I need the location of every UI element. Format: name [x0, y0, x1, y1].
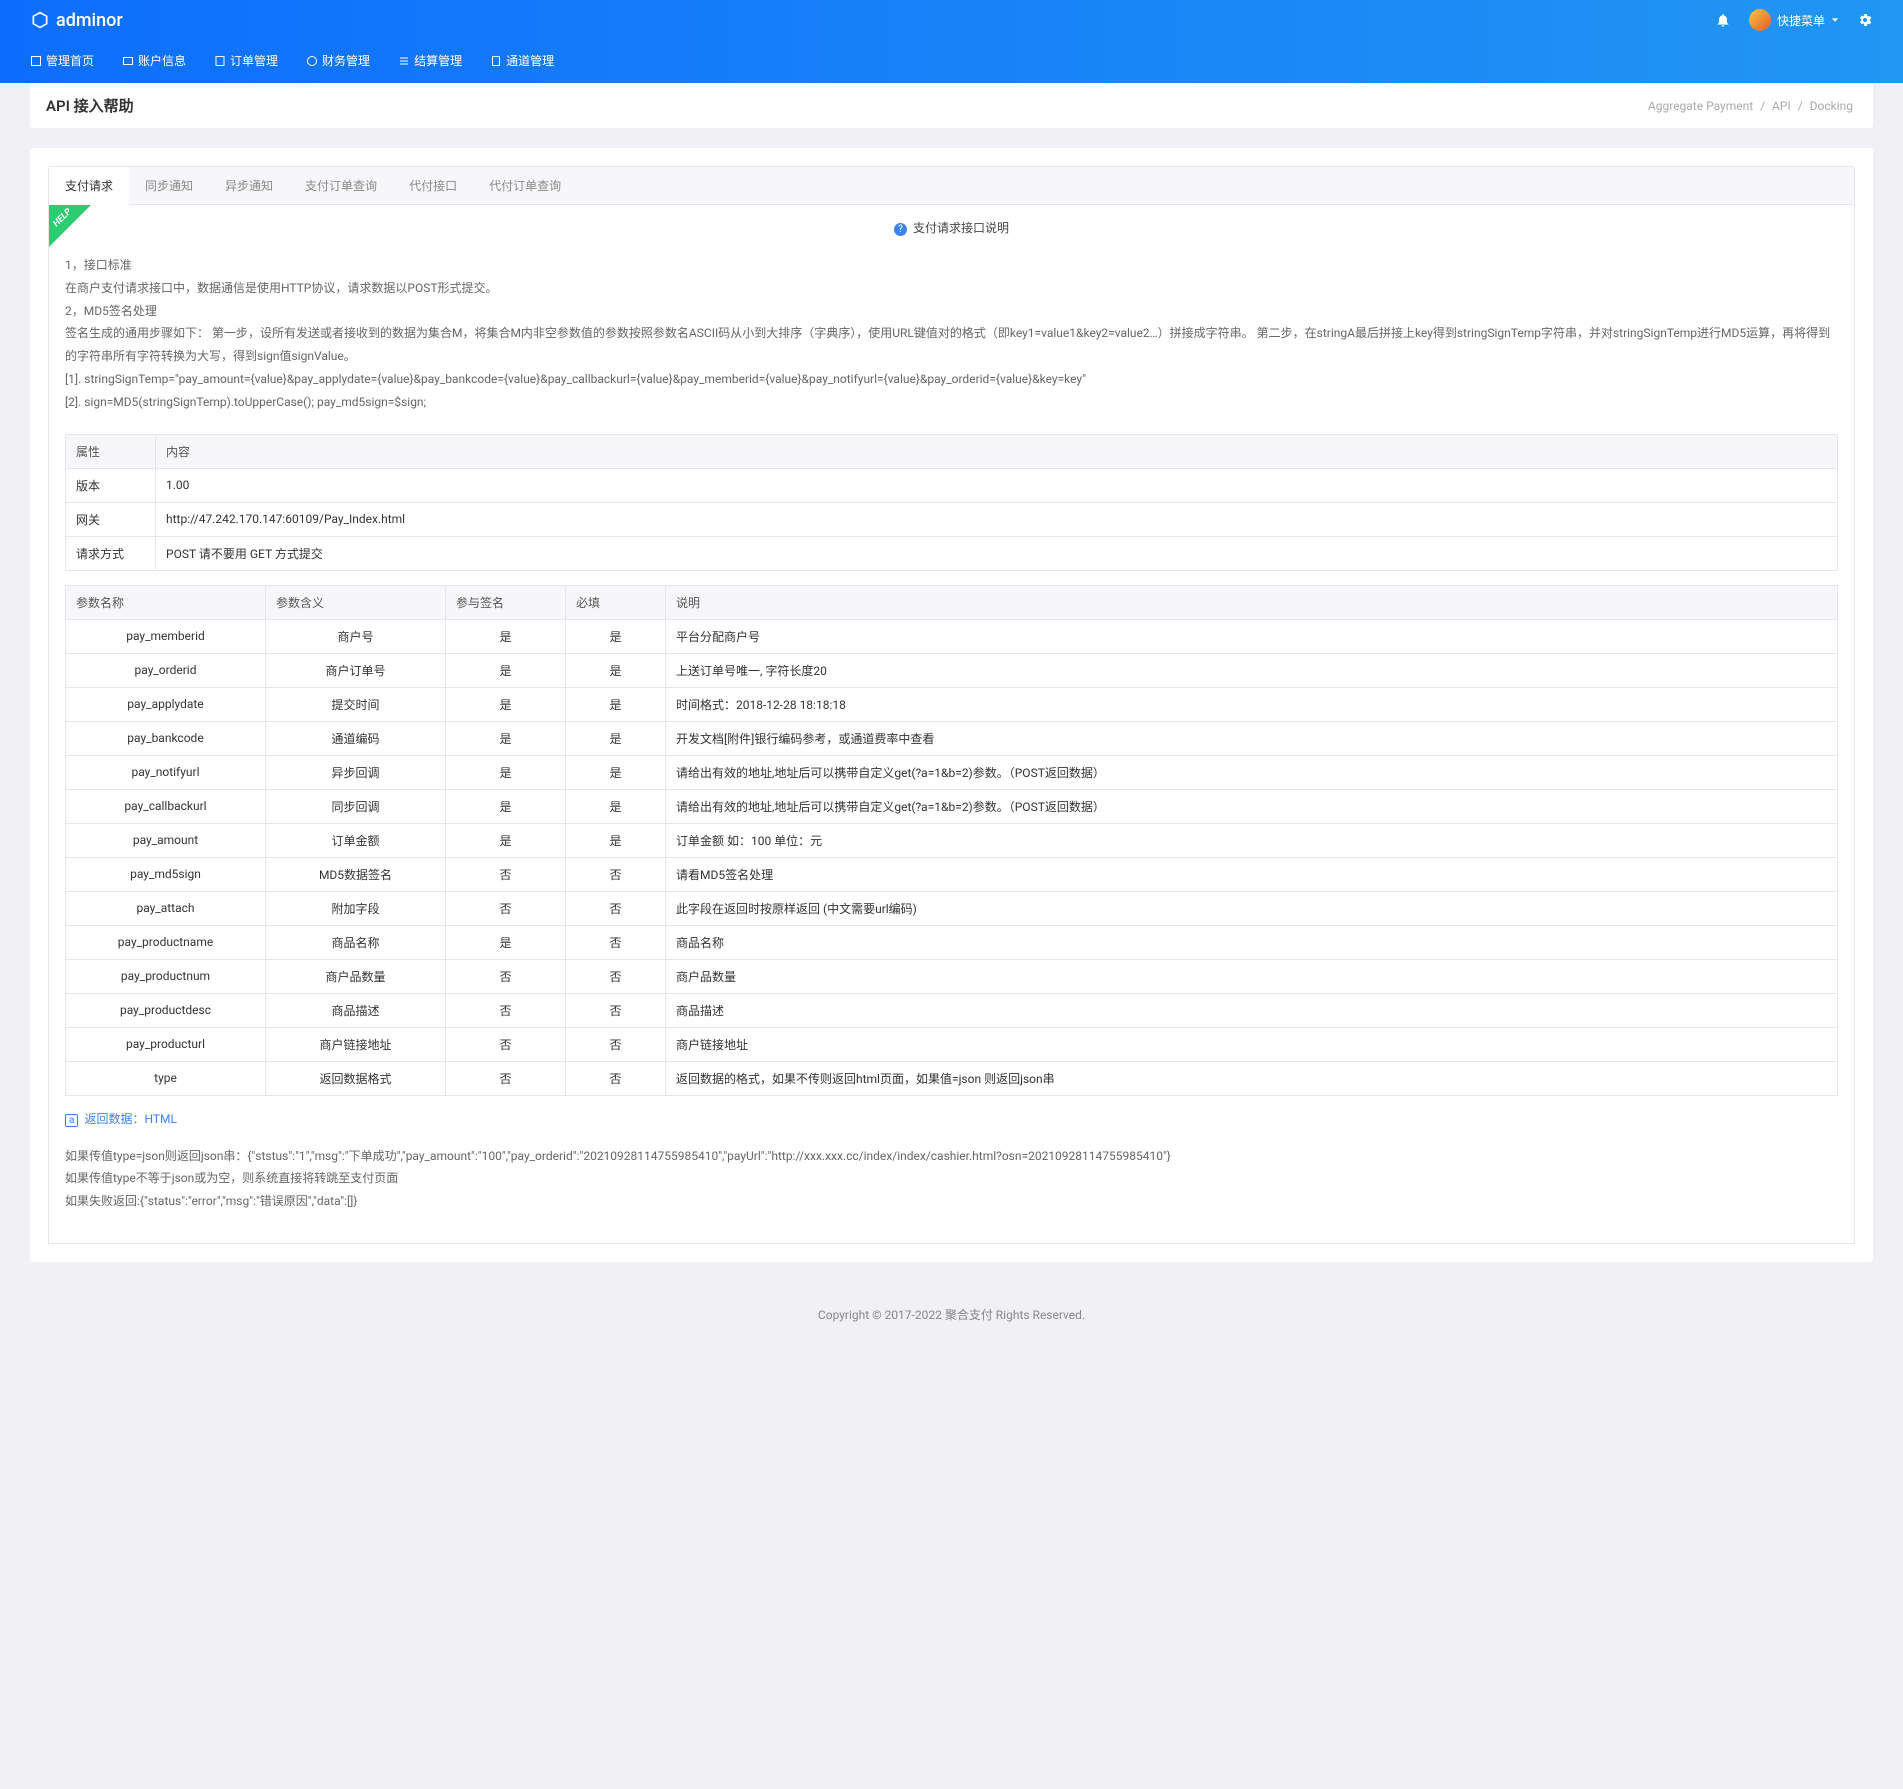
bell-icon[interactable]	[1715, 12, 1731, 28]
header-right: 快捷菜单	[1715, 9, 1873, 31]
user-menu[interactable]: 快捷菜单	[1749, 9, 1839, 31]
table-row: type返回数据格式否否返回数据的格式，如果不传则返回html页面，如果值=js…	[66, 1061, 1838, 1095]
tab-pay-request[interactable]: 支付请求	[49, 167, 129, 205]
breadcrumb: Aggregate Payment / API / Docking	[1644, 99, 1857, 113]
panel: HELP 支付请求接口说明 1，接口标准 在商户支付请求接口中，数据通信是使用H…	[48, 205, 1855, 1244]
page-bar: API 接入帮助 Aggregate Payment / API / Docki…	[30, 83, 1873, 128]
nav-channel[interactable]: 通道管理	[490, 52, 554, 69]
tab-pay-query[interactable]: 支付订单查询	[289, 167, 393, 204]
table-row: pay_memberid商户号是是平台分配商户号	[66, 619, 1838, 653]
table-row: pay_notifyurl异步回调是是请给出有效的地址,地址后可以携带自定义ge…	[66, 755, 1838, 789]
table-row: pay_producturl商户链接地址否否商户链接地址	[66, 1027, 1838, 1061]
table-row: 网关http://47.242.170.147:60109/Pay_Index.…	[66, 502, 1838, 536]
return-label: 返回数据：HTML	[65, 1110, 1838, 1127]
chevron-down-icon	[1831, 16, 1839, 24]
brand-name: adminor	[56, 10, 123, 31]
table-row: pay_orderid商户订单号是是上送订单号唯一, 字符长度20	[66, 653, 1838, 687]
content-card: 支付请求 同步通知 异步通知 支付订单查询 代付接口 代付订单查询 HELP 支…	[30, 148, 1873, 1262]
params-table: 参数名称参数含义参与签名必填说明 pay_memberid商户号是是平台分配商户…	[65, 585, 1838, 1096]
app-header: adminor 快捷菜单 管理首页 账户信息 订单管理 财务管理 结算管理 通道…	[0, 0, 1903, 83]
logo-cube-icon	[30, 10, 50, 30]
table-row: pay_applydate提交时间是是时间格式：2018-12-28 18:18…	[66, 687, 1838, 721]
description-block: 1，接口标准 在商户支付请求接口中，数据通信是使用HTTP协议，请求数据以POS…	[49, 244, 1854, 434]
nav-account[interactable]: 账户信息	[122, 52, 186, 69]
user-menu-label: 快捷菜单	[1777, 12, 1825, 29]
return-block: 如果传值type=json则返回json串：{"ststus":"1","msg…	[49, 1135, 1854, 1223]
nav-orders[interactable]: 订单管理	[214, 52, 278, 69]
table-row: pay_attach附加字段否否此字段在返回时按原样返回 (中文需要url编码)	[66, 891, 1838, 925]
footer: Copyright © 2017-2022 聚合支付 Rights Reserv…	[0, 1282, 1903, 1363]
help-badge: HELP	[49, 205, 91, 247]
tab-payout-query[interactable]: 代付订单查询	[473, 167, 577, 204]
table-row: pay_bankcode通道编码是是开发文档[附件]银行编码参考，或通道费率中查…	[66, 721, 1838, 755]
tabs: 支付请求 同步通知 异步通知 支付订单查询 代付接口 代付订单查询	[48, 166, 1855, 205]
table-row: pay_amount订单金额是是订单金额 如：100 单位：元	[66, 823, 1838, 857]
nav-settlement[interactable]: 结算管理	[398, 52, 462, 69]
avatar	[1749, 9, 1771, 31]
table-row: pay_callbackurl同步回调是是请给出有效的地址,地址后可以携带自定义…	[66, 789, 1838, 823]
table-row: pay_md5signMD5数据签名否否请看MD5签名处理	[66, 857, 1838, 891]
nav-home[interactable]: 管理首页	[30, 52, 94, 69]
page-title: API 接入帮助	[46, 95, 134, 116]
table-row: pay_productdesc商品描述否否商品描述	[66, 993, 1838, 1027]
brand-logo[interactable]: adminor	[30, 10, 123, 31]
gear-icon[interactable]	[1857, 12, 1873, 28]
table-row: 请求方式POST 请不要用 GET 方式提交	[66, 536, 1838, 570]
info-table: 属性内容 版本1.00网关http://47.242.170.147:60109…	[65, 434, 1838, 571]
tab-sync-notify[interactable]: 同步通知	[129, 167, 209, 204]
main-nav: 管理首页 账户信息 订单管理 财务管理 结算管理 通道管理	[0, 40, 1903, 83]
nav-finance[interactable]: 财务管理	[306, 52, 370, 69]
tab-async-notify[interactable]: 异步通知	[209, 167, 289, 204]
tab-payout[interactable]: 代付接口	[393, 167, 473, 204]
table-row: pay_productnum商户品数量否否商户品数量	[66, 959, 1838, 993]
section-title: 支付请求接口说明	[49, 205, 1854, 244]
table-row: 版本1.00	[66, 468, 1838, 502]
table-row: pay_productname商品名称是否商品名称	[66, 925, 1838, 959]
